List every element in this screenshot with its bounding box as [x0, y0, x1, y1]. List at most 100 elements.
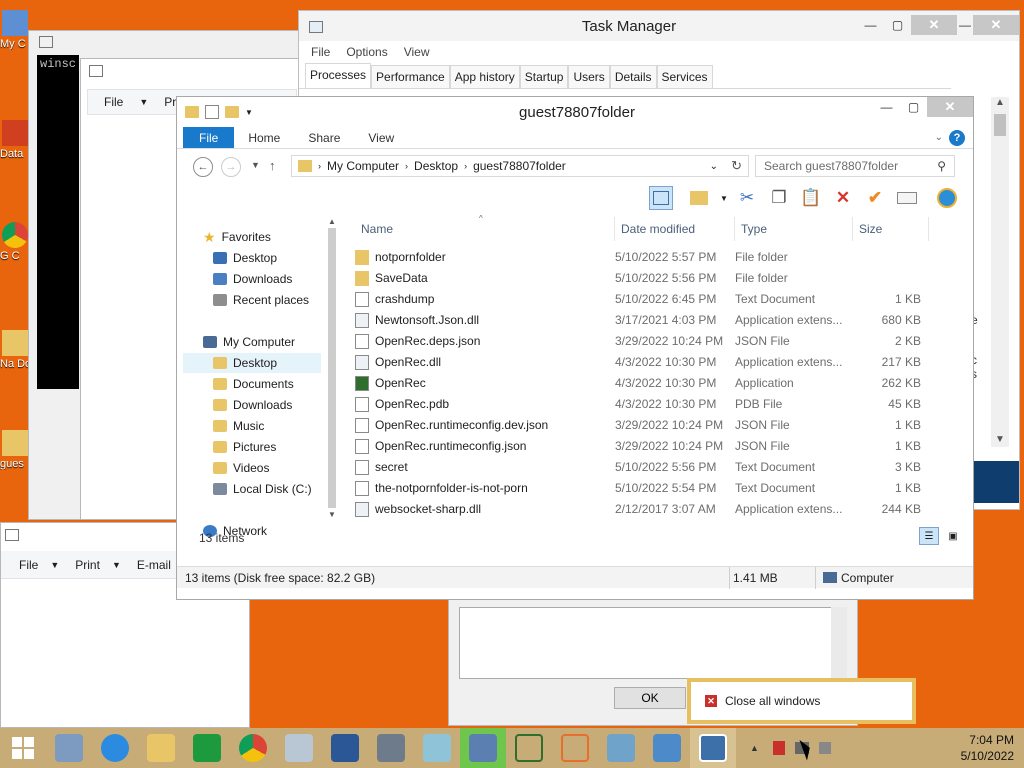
tab-share[interactable]: Share — [294, 127, 354, 148]
nav-desktop[interactable]: Desktop — [183, 353, 321, 373]
close-all-windows-popup[interactable]: ✕ Close all windows — [687, 678, 916, 724]
file-row[interactable]: OpenRec 4/3/2022 10:30 PM Application 262 K… — [341, 373, 941, 394]
tab-view[interactable]: View — [354, 127, 408, 148]
file-row[interactable]: OpenRec.pdb 4/3/2022 10:30 PM PDB File 45 K… — [341, 394, 941, 415]
file-row[interactable]: secret 5/10/2022 5:56 PM Text Document 3 KB — [341, 457, 941, 478]
globe-icon[interactable] — [935, 186, 959, 210]
tab-app-history[interactable]: App history — [449, 65, 520, 88]
cut-icon[interactable]: ✂ — [735, 186, 759, 210]
refresh-icon[interactable]: ↻ — [731, 158, 742, 174]
address-bar[interactable]: › My Computer › Desktop › guest78807fold… — [291, 155, 749, 177]
task-manager-scrollbar[interactable]: ▲ ▼ — [991, 97, 1009, 447]
scroll-up-icon[interactable]: ▲ — [325, 217, 339, 226]
tab-details[interactable]: Details — [609, 65, 657, 88]
paste-icon[interactable]: 📋 — [799, 186, 823, 210]
taskbar-app-mail[interactable] — [644, 728, 690, 768]
desktop-icon-computer[interactable]: My C — [0, 10, 30, 50]
taskbar-app-chrome[interactable] — [230, 728, 276, 768]
start-button[interactable] — [0, 728, 46, 768]
scroll-up-icon[interactable]: ▲ — [991, 97, 1009, 108]
file-row[interactable]: OpenRec.deps.json 3/29/2022 10:24 PM JSON … — [341, 331, 941, 352]
help-icon[interactable]: ? — [949, 130, 965, 146]
close-button[interactable]: ✕ — [911, 15, 957, 35]
file-row[interactable]: OpenRec.runtimeconfig.dev.json 3/29/2022 … — [341, 415, 941, 436]
nav-favorites[interactable]: ★ Favorites — [183, 227, 321, 247]
taskbar-clock[interactable]: 7:04 PM 5/10/2022 — [961, 732, 1014, 764]
copy-icon[interactable]: ❐ — [767, 186, 791, 210]
taskbar-app-powershell[interactable] — [322, 728, 368, 768]
breadcrumb-desktop[interactable]: Desktop — [414, 159, 458, 173]
search-input[interactable]: Search guest78807folder ⚲ — [755, 155, 955, 177]
taskbar-app-explorer[interactable] — [138, 728, 184, 768]
nav-local-disk[interactable]: Local Disk (C:) — [183, 479, 321, 499]
tab-performance[interactable]: Performance — [371, 65, 450, 88]
scroll-down-icon[interactable]: ▼ — [991, 434, 1009, 445]
menu-view[interactable]: View — [404, 45, 430, 59]
taskbar-app-notepad[interactable] — [414, 728, 460, 768]
nav-downloads[interactable]: Downloads — [183, 395, 321, 415]
title-bar[interactable]: ▼ guest78807folder — ▢ ✕ — [177, 97, 973, 127]
scroll-thumb[interactable] — [328, 228, 336, 508]
ok-button[interactable]: OK — [614, 687, 686, 709]
menu-file[interactable]: File — [104, 95, 123, 109]
file-row[interactable]: the-notpornfolder-is-not-porn 5/10/2022 5… — [341, 478, 941, 499]
forward-button[interactable]: → — [221, 157, 241, 177]
file-row[interactable]: crashdump 5/10/2022 6:45 PM Text Document 1… — [341, 289, 941, 310]
recent-locations-icon[interactable]: ▼ — [251, 160, 260, 170]
close-button[interactable]: ✕ — [973, 15, 1019, 35]
properties-folder-icon[interactable] — [687, 186, 711, 210]
large-icons-view-button[interactable]: ▣ — [943, 527, 963, 545]
maximize-button[interactable]: ▢ — [884, 15, 911, 35]
menu-options[interactable]: Options — [346, 45, 387, 59]
file-explorer-window[interactable]: ▼ guest78807folder — ▢ ✕ File Home Share… — [176, 96, 974, 600]
maximize-button[interactable]: ▢ — [900, 97, 927, 117]
file-row[interactable]: Newtonsoft.Json.dll 3/17/2021 4:03 PM Appl… — [341, 310, 941, 331]
tray-flag-icon[interactable] — [772, 741, 785, 755]
nav-fav-recent[interactable]: Recent places — [183, 290, 321, 310]
minimize-button[interactable]: — — [873, 97, 900, 117]
taskbar-app-ie[interactable] — [92, 728, 138, 768]
nav-fav-desktop[interactable]: Desktop — [183, 248, 321, 268]
column-header-size[interactable]: Size — [853, 217, 929, 241]
nav-my-computer[interactable]: My Computer — [183, 332, 321, 352]
nav-videos[interactable]: Videos — [183, 458, 321, 478]
taskbar-app-store[interactable] — [184, 728, 230, 768]
checkmark-icon[interactable]: ✔ — [863, 186, 887, 210]
close-button[interactable]: ✕ — [927, 97, 973, 117]
taskbar-app-monitor[interactable] — [598, 728, 644, 768]
tab-processes[interactable]: Processes — [305, 63, 372, 88]
up-arrow-icon[interactable]: ↑ — [269, 158, 276, 173]
cmd-console[interactable]: winsc — [37, 55, 79, 389]
minimize-button[interactable]: — — [957, 15, 973, 35]
navigation-scrollbar[interactable]: ▲ ▼ — [325, 217, 339, 547]
preview-pane-icon[interactable] — [649, 186, 673, 210]
breadcrumb-my-computer[interactable]: My Computer — [327, 159, 399, 173]
title-bar[interactable]: Task Manager — ▢ ✕ — ✕ — [299, 11, 1019, 41]
taskbar-app-computer[interactable] — [46, 728, 92, 768]
scroll-down-icon[interactable]: ▼ — [325, 510, 339, 519]
nav-fav-downloads[interactable]: Downloads — [183, 269, 321, 289]
file-row[interactable]: websocket-sharp.dll 2/12/2017 3:07 AM Appl… — [341, 499, 941, 520]
chevron-down-icon[interactable]: ▼ — [720, 194, 728, 203]
file-row[interactable]: OpenRec.runtimeconfig.json 3/29/2022 10:2… — [341, 436, 941, 457]
tab-file[interactable]: File — [183, 127, 235, 148]
delete-icon[interactable]: ✕ — [831, 186, 855, 210]
desktop-icon-guest[interactable]: gues — [0, 430, 30, 470]
menu-print[interactable]: Pr — [164, 95, 176, 109]
taskbar-app-network[interactable] — [460, 728, 506, 768]
column-header-date[interactable]: Date modified — [615, 217, 735, 241]
tab-users[interactable]: Users — [568, 65, 610, 88]
chevron-down-icon[interactable]: ⌄ — [710, 161, 718, 172]
tab-services[interactable]: Services — [656, 65, 713, 88]
back-button[interactable]: ← — [193, 157, 213, 177]
breadcrumb-current[interactable]: guest78807folder — [473, 159, 566, 173]
file-row[interactable]: SaveData 5/10/2022 5:56 PM File folder — [341, 268, 941, 289]
taskbar-app-news[interactable] — [368, 728, 414, 768]
desktop-icon-folder[interactable]: Na Do — [0, 330, 30, 370]
nav-music[interactable]: Music — [183, 416, 321, 436]
menu-print[interactable]: Print — [75, 558, 100, 572]
file-row[interactable]: OpenRec.dll 4/3/2022 10:30 PM Application … — [341, 352, 941, 373]
nav-documents[interactable]: Documents — [183, 374, 321, 394]
tab-startup[interactable]: Startup — [519, 65, 569, 88]
scroll-thumb[interactable] — [994, 114, 1006, 136]
